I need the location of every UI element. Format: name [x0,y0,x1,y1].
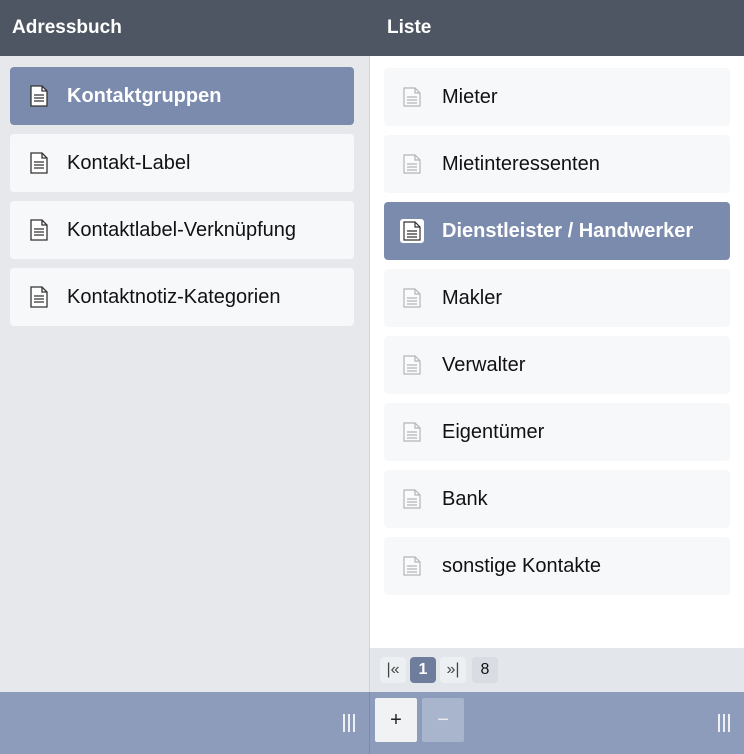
list-item-label: Bank [442,487,488,510]
current-page-button[interactable]: 1 [410,657,436,683]
list-item-verwalter[interactable]: Verwalter [384,336,730,394]
category-item-kontakt-label[interactable]: Kontakt-Label [10,134,354,192]
category-item-label: Kontaktlabel-Verknüpfung [67,218,297,241]
total-count-badge: 8 [472,657,498,683]
grip-handle-icon[interactable] [343,714,357,732]
right-panel-title: Liste [387,17,432,38]
document-icon [27,84,51,108]
left-panel-footer [0,692,369,754]
document-icon [400,152,424,176]
list-item-label: Makler [442,286,503,309]
document-icon [400,353,424,377]
list-item-label: Verwalter [442,353,526,376]
remove-button[interactable]: − [422,698,464,742]
document-icon [400,554,424,578]
last-page-button[interactable]: »| [440,657,466,683]
list-item-makler[interactable]: Makler [384,269,730,327]
category-item-label: Kontaktnotiz-Kategorien [67,285,281,308]
document-icon [400,420,424,444]
pagination-bar: |« 1 »| 8 [370,648,744,692]
category-item-kontaktnotiz-kategorien[interactable]: Kontaktnotiz-Kategorien [10,268,354,326]
list-item-bank[interactable]: Bank [384,470,730,528]
entry-list: Mieter Mietinteressenten Dienstleister /… [370,56,744,648]
document-icon [400,286,424,310]
first-page-button[interactable]: |« [380,657,406,683]
document-icon [27,151,51,175]
right-panel-header: Liste [369,0,744,56]
document-icon [400,85,424,109]
document-icon [400,219,424,243]
address-book-app: Adressbuch Liste Kontaktgruppen Kontakt-… [0,0,744,754]
document-icon [27,285,51,309]
category-item-kontaktlabel-verknuepfung[interactable]: Kontaktlabel-Verknüpfung [10,201,354,259]
category-item-kontaktgruppen[interactable]: Kontaktgruppen [10,67,354,125]
category-list: Kontaktgruppen Kontakt-Label Kontaktlabe… [0,56,369,692]
list-item-sonstige-kontakte[interactable]: sonstige Kontakte [384,537,730,595]
category-item-label: Kontaktgruppen [67,84,222,107]
list-item-label: Dienstleister / Handwerker [442,219,694,242]
list-item-mietinteressenten[interactable]: Mietinteressenten [384,135,730,193]
list-item-mieter[interactable]: Mieter [384,68,730,126]
add-button[interactable]: + [375,698,417,742]
left-panel-title: Adressbuch [12,17,122,38]
document-icon [400,487,424,511]
list-item-label: Eigentümer [442,420,545,443]
list-item-eigentuemer[interactable]: Eigentümer [384,403,730,461]
list-item-dienstleister-handwerker[interactable]: Dienstleister / Handwerker [384,202,730,260]
list-item-label: Mieter [442,85,498,108]
list-item-label: Mietinteressenten [442,152,600,175]
list-item-label: sonstige Kontakte [442,554,601,577]
grip-handle-icon[interactable] [718,714,732,732]
right-panel-footer: + − [370,692,744,754]
left-panel-header: Adressbuch [0,0,369,56]
category-item-label: Kontakt-Label [67,151,191,174]
document-icon [27,218,51,242]
